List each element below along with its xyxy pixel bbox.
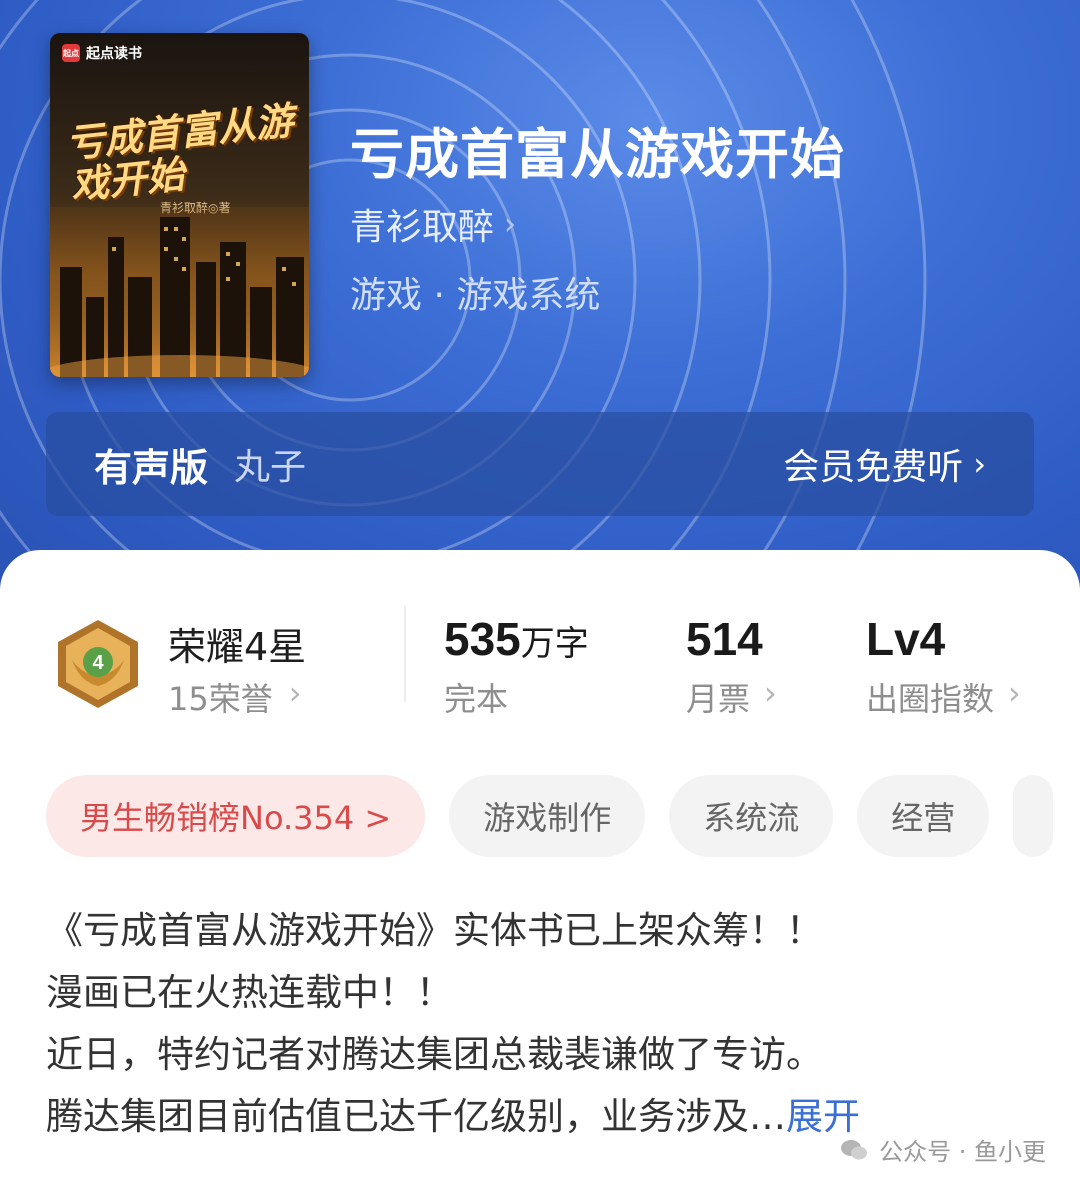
chevron-right-icon: › [1008,674,1021,712]
audio-version-banner[interactable]: 有声版 丸子 会员免费听 › [46,412,1034,516]
popularity-index-stat[interactable]: Lv4 出圈指数 › [866,612,1021,720]
qidian-logo-icon: 起点 [62,44,80,62]
member-free-listen-label: 会员免费听 [783,447,964,488]
tag-system-flow[interactable]: 系统流 [669,775,834,857]
monthly-votes-label: 月票 [686,680,751,718]
watermark: 公众号 · 鱼小更 [839,1132,1046,1167]
book-cover[interactable]: 起点 起点读书 亏成首富从游戏开始 青衫取醉◎著 [50,33,309,377]
description-line: 腾达集团目前估值已达千亿级别，业务涉及… [46,1095,786,1138]
monthly-votes-value: 514 [686,613,763,665]
member-free-listen-button[interactable]: 会员免费听 › [783,438,986,490]
tag-business[interactable]: 经营 [857,775,990,857]
chevron-right-icon: › [288,674,302,712]
chevron-right-icon: › [973,445,986,483]
honor-medal-icon: 4 [58,620,138,708]
wechat-icon [841,1139,868,1159]
book-header: 起点 起点读书 亏成首富从游戏开始 青衫取醉◎著 [0,0,1080,600]
book-title: 亏成首富从游戏开始 [350,123,845,186]
word-count-stat: 535万字 完本 [444,612,589,720]
monthly-votes-stat[interactable]: 514 月票 › [686,612,777,720]
completion-status: 完本 [444,680,509,718]
description-line: 漫画已在火热连载中！！ [46,971,453,1014]
publisher-badge: 起点 起点读书 [62,43,142,63]
author-link[interactable]: 青衫取醉 › [350,198,516,250]
tag-game-making[interactable]: 游戏制作 [449,775,646,857]
word-count-value: 535 [444,613,521,665]
chevron-right-icon: › [504,206,517,242]
honor-count: 15荣誉 [168,680,273,718]
medal-level: 4 [92,652,104,674]
book-description: 《亏成首富从游戏开始》实体书已上架众筹！！ 漫画已在火热连载中！！ 近日，特约记… [46,900,1036,1148]
bestseller-rank-tag[interactable]: 男生畅销榜No.354 > [46,775,426,857]
publisher-name: 起点读书 [86,46,142,62]
cover-title: 亏成首富从游戏开始 [64,98,296,208]
tag-list: 男生畅销榜No.354 > 游戏制作 系统流 经营 [46,775,1054,857]
book-info-card: 4 荣耀4星 15荣誉 › 535万字 完本 514 月票 › Lv4 出圈指数 ›… [0,550,1080,1195]
description-line: 《亏成首富从游戏开始》实体书已上架众筹！！ [46,909,823,952]
watermark-text: 公众号 · 鱼小更 [879,1138,1046,1166]
stats-divider [404,606,406,702]
author-name: 青衫取醉 [350,207,495,248]
popularity-index-value: Lv4 [866,613,946,665]
book-genre: 游戏 · 游戏系统 [350,275,601,316]
popularity-index-label: 出圈指数 [866,680,995,718]
tag-next-partial[interactable] [1013,775,1054,857]
chevron-right-icon: › [764,674,777,712]
city-skyline-illustration [50,207,309,377]
honor-title: 荣耀4星 [168,625,307,669]
description-line: 近日，特约记者对腾达集团总裁裴谦做了专访。 [46,1033,823,1076]
audio-narrator: 丸子 [234,447,307,488]
honor-link[interactable]: 15荣誉 › [168,674,302,720]
audio-label: 有声版 [94,445,209,490]
word-count-unit: 万字 [520,624,589,664]
